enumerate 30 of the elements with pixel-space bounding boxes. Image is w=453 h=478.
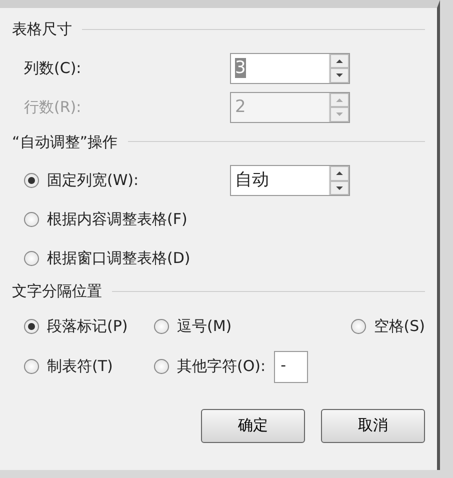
spin-up-button[interactable]	[330, 166, 349, 180]
radio-button[interactable]	[154, 319, 169, 334]
option-label: 根据内容调整表格(F)	[47, 209, 188, 230]
section-title: 文字分隔位置	[12, 281, 102, 302]
option-label: 空格(S)	[374, 316, 425, 338]
character-field[interactable]: -	[274, 350, 308, 382]
option-label: 固定列宽(W):	[47, 170, 139, 192]
radio-button[interactable]	[24, 173, 39, 188]
option-label: 根据窗口调整表格(D)	[47, 248, 190, 270]
section-title: “自动调整”操作	[12, 132, 118, 152]
radio-button[interactable]	[24, 359, 39, 374]
field-label: 行数(R):	[24, 96, 82, 118]
radio-button[interactable]	[350, 319, 366, 334]
spin-down-button[interactable]	[330, 180, 349, 195]
spin-field[interactable]: 自动	[230, 165, 350, 196]
field-label: 列数(C):	[24, 58, 82, 79]
radio-button[interactable]	[24, 319, 39, 334]
radio-button[interactable]	[24, 251, 39, 266]
ok-button[interactable]: 确定	[201, 408, 305, 442]
section-title: 表格尺寸	[12, 19, 72, 40]
spin-down-button[interactable]	[330, 68, 349, 82]
spin-field[interactable]: 3	[230, 52, 350, 84]
option-label: 逗号(M)	[177, 316, 232, 338]
option-label: 段落标记(P)	[47, 316, 128, 338]
option-label: 其他字符(O):	[177, 356, 266, 378]
radio-button[interactable]	[154, 359, 169, 374]
radio-button[interactable]	[24, 212, 39, 227]
option-label: 制表符(T)	[47, 356, 113, 378]
spin-up-button[interactable]	[330, 54, 349, 68]
cancel-button[interactable]: 取消	[321, 408, 425, 442]
